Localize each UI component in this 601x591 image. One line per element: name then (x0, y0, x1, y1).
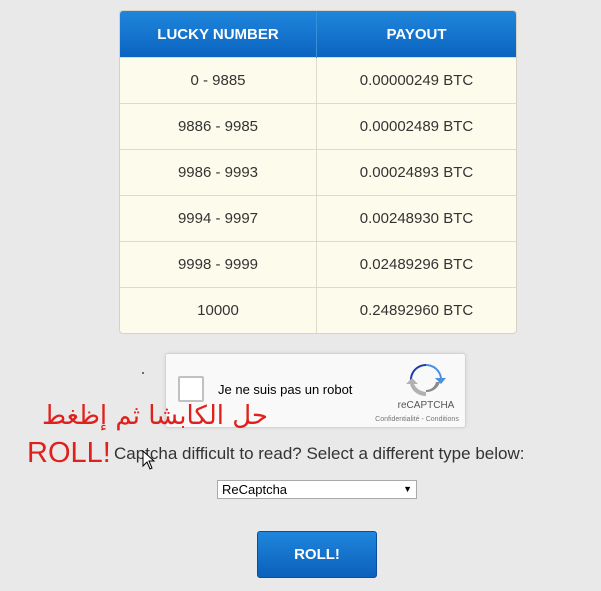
table-row: 10000 0.24892960 BTC (120, 287, 516, 333)
lucky-range: 9998 - 9999 (120, 241, 317, 288)
lucky-range: 10000 (120, 287, 317, 333)
payout-value: 0.00024893 BTC (316, 149, 516, 196)
payout-value: 0.24892960 BTC (316, 287, 516, 333)
header-payout: PAYOUT (316, 11, 516, 58)
recaptcha-terms-link[interactable]: Confidentialité - Conditions (362, 416, 472, 423)
roll-button[interactable]: ROLL! (257, 531, 377, 578)
stray-dot (142, 372, 144, 374)
lucky-range: 0 - 9885 (120, 57, 317, 104)
recaptcha-logo-icon (406, 363, 446, 397)
recaptcha-label: Je ne suis pas un robot (218, 382, 353, 397)
lucky-range: 9994 - 9997 (120, 195, 317, 242)
table-header-row: LUCKY NUMBER PAYOUT (120, 11, 516, 58)
payout-table: LUCKY NUMBER PAYOUT 0 - 9885 0.00000249 … (119, 10, 517, 334)
chevron-down-icon: ▼ (403, 484, 412, 494)
payout-value: 0.02489296 BTC (316, 241, 516, 288)
table-row: 9994 - 9997 0.00248930 BTC (120, 195, 516, 242)
payout-value: 0.00248930 BTC (316, 195, 516, 242)
table-row: 9986 - 9993 0.00024893 BTC (120, 149, 516, 196)
mouse-cursor-icon (142, 450, 156, 470)
arabic-instruction: حل الكابشا ثم إظغط (41, 401, 268, 431)
lucky-range: 9986 - 9993 (120, 149, 317, 196)
payout-value: 0.00002489 BTC (316, 103, 516, 150)
payout-value: 0.00000249 BTC (316, 57, 516, 104)
table-row: 0 - 9885 0.00000249 BTC (120, 57, 516, 104)
header-lucky-number: LUCKY NUMBER (120, 11, 317, 58)
recaptcha-brand: reCAPTCHA (397, 400, 455, 411)
captcha-type-value: ReCaptcha (222, 482, 288, 497)
table-row: 9998 - 9999 0.02489296 BTC (120, 241, 516, 288)
roll-instruction: ROLL! (27, 437, 111, 469)
lucky-range: 9886 - 9985 (120, 103, 317, 150)
table-row: 9886 - 9985 0.00002489 BTC (120, 103, 516, 150)
captcha-help-text: Captcha difficult to read? Select a diff… (114, 444, 525, 463)
captcha-type-select[interactable]: ReCaptcha ▼ (217, 480, 417, 499)
